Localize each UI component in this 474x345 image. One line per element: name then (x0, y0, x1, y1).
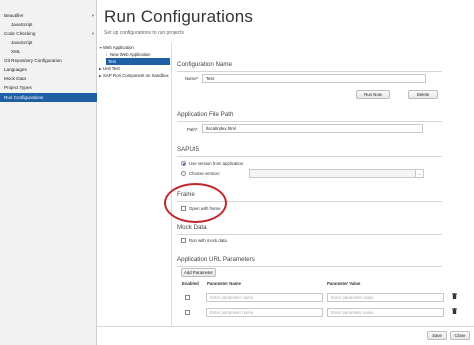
version-select[interactable]: ⌄ (249, 169, 424, 178)
sidebar-item-label: JavaScript (11, 40, 33, 45)
tree-item-unit-test[interactable]: ▶Unit Test (99, 65, 120, 72)
sidebar-item-run-configurations[interactable]: Run Configurations (0, 93, 97, 102)
section-heading-url-parameters: Application URL Parameters (177, 256, 255, 263)
tree-item-test[interactable]: Test (106, 58, 170, 65)
section-heading-file-path: Application File Path (177, 111, 234, 118)
tree-item-label: Unit Test (103, 66, 120, 71)
sidebar-item-label: Languages (4, 67, 27, 72)
sidebar-item-git-repository[interactable]: Git Repository Configuration (0, 56, 97, 65)
sidebar-item-label: Project Types (4, 85, 32, 90)
sidebar-item-code-checking-javascript[interactable]: JavaScript (0, 38, 97, 47)
run-now-button[interactable]: Run Now (356, 90, 390, 99)
section-heading-configuration-name: Configuration Name (177, 61, 233, 68)
path-field[interactable]: /localIndex.html (202, 124, 423, 133)
tree-item-sap-fiori[interactable]: ▶SAP Fiori Component on Sandbox (99, 72, 169, 79)
divider (177, 234, 442, 235)
highlight-circle-annotation (164, 183, 227, 223)
divider (177, 71, 442, 72)
add-parameter-button[interactable]: Add Parameter (181, 268, 216, 277)
use-app-version-radio[interactable] (181, 161, 186, 166)
sidebar-item-code-checking[interactable]: Code Checking ▾ (0, 29, 97, 38)
tree-item-label: New Web Application (110, 52, 151, 57)
preferences-sidebar: Beautifier ▾ JavaScript Code Checking ▾ Ja… (0, 0, 97, 345)
tree-item-label: SAP Fiori Component on Sandbox (103, 73, 169, 78)
divider (177, 156, 442, 157)
tree-item-label: Web Application (103, 45, 134, 50)
chevron-down-icon[interactable]: ▾ (92, 29, 94, 38)
name-label: Name* (185, 76, 199, 81)
choose-version-label: Choose version: (189, 171, 221, 176)
parameter-name-input[interactable]: Enter parameter name (206, 308, 323, 317)
parameter-enabled-checkbox[interactable] (185, 310, 190, 315)
column-header-parameter-name: Parameter Name (207, 281, 241, 286)
use-app-version-label: Use version from application (189, 161, 244, 166)
chevron-down-icon[interactable]: ▾ (92, 11, 94, 20)
sidebar-item-beautifier[interactable]: Beautifier ▾ (0, 11, 97, 20)
sidebar-item-label: Git Repository Configuration (4, 58, 62, 63)
run-with-mock-data-label: Run with mock data (189, 238, 227, 243)
trash-icon[interactable] (452, 293, 457, 299)
tree-item-label: Test (108, 59, 116, 64)
sidebar-item-languages[interactable]: Languages (0, 65, 97, 74)
path-label: Path* (187, 127, 198, 132)
tree-item-new-web-application[interactable]: • New Web Application (106, 51, 151, 58)
divider (177, 121, 442, 122)
footer-divider (97, 326, 474, 327)
sidebar-item-label: Mock Data (4, 76, 26, 81)
sidebar-item-label: Code Checking (4, 31, 36, 36)
sidebar-item-label: JavaScript (11, 22, 33, 27)
section-heading-mock-data: Mock Data (177, 224, 207, 231)
sidebar-item-code-checking-xml[interactable]: XML (0, 47, 97, 56)
sidebar-item-label: Beautifier (4, 13, 24, 18)
sidebar-item-label: XML (11, 49, 21, 54)
configuration-detail-panel: Configuration Name Name* Test Run Now De… (171, 43, 445, 325)
close-button[interactable]: Close (450, 331, 470, 340)
column-header-enabled: Enabled (182, 281, 199, 286)
parameter-enabled-checkbox[interactable] (185, 295, 190, 300)
tree-item-web-application[interactable]: ▼Web Application (99, 44, 134, 51)
column-header-parameter-value: Parameter Value (327, 281, 361, 286)
chevron-down-icon: ⌄ (415, 170, 423, 177)
sidebar-item-label: Run Configurations (4, 95, 44, 100)
configuration-tree: ▼Web Application • New Web Application Te… (97, 43, 170, 323)
trash-icon[interactable] (452, 308, 457, 314)
divider (177, 266, 442, 267)
run-with-mock-data-checkbox[interactable] (181, 238, 186, 243)
sidebar-item-mock-data[interactable]: Mock Data (0, 74, 97, 83)
page-title: Run Configurations (104, 7, 254, 26)
name-field[interactable]: Test (202, 74, 426, 83)
sidebar-item-beautifier-javascript[interactable]: JavaScript (0, 20, 97, 29)
page-subtitle: Set up configurations to run projects (104, 30, 185, 36)
parameter-name-input[interactable]: Enter parameter name (206, 293, 323, 302)
section-heading-sapui5: SAPUI5 (177, 146, 200, 153)
parameter-value-input[interactable]: Enter parameter value (327, 293, 444, 302)
sidebar-item-project-types[interactable]: Project Types (0, 83, 97, 92)
save-button[interactable]: Save (427, 331, 447, 340)
delete-button[interactable]: Delete (408, 90, 438, 99)
choose-version-radio[interactable] (181, 171, 186, 176)
parameter-value-input[interactable]: Enter parameter value (327, 308, 444, 317)
